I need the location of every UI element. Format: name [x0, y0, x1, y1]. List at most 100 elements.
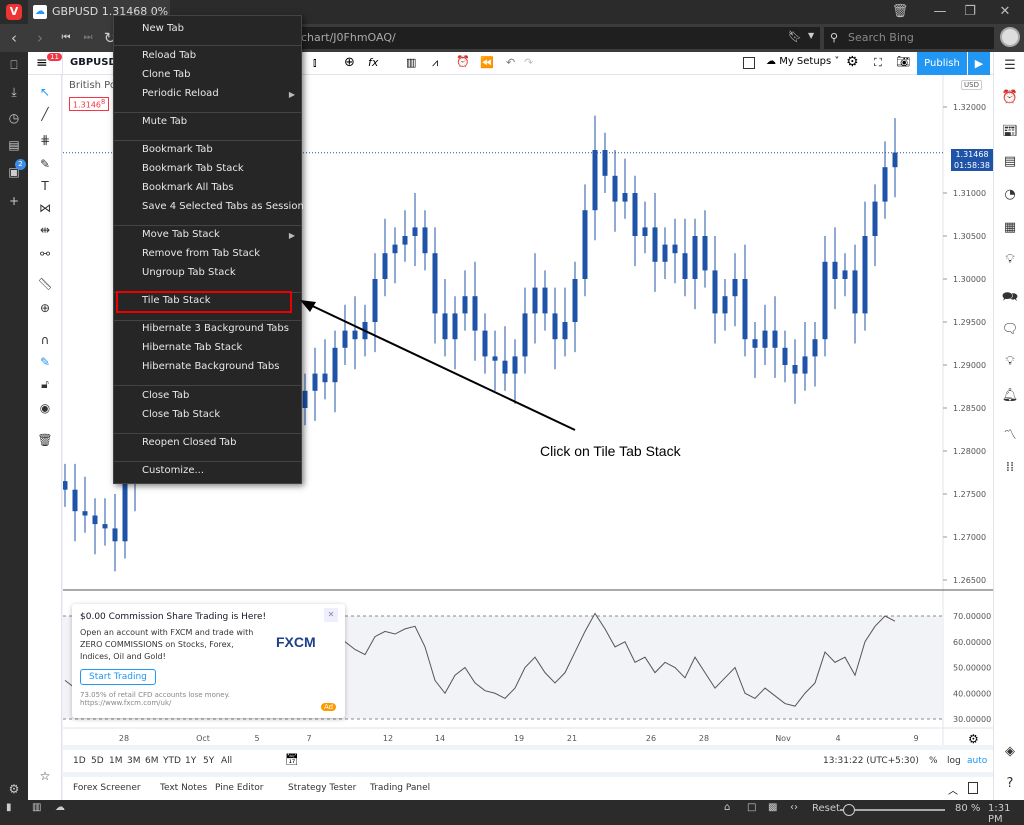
calendar-icon[interactable]: ▦ [1000, 218, 1020, 238]
chat-icon[interactable]: 🗨 [1000, 320, 1020, 340]
menu-item-new-tab[interactable]: New Tab [142, 23, 184, 34]
menu-icon[interactable]: ≡ [36, 55, 48, 71]
minimize-button[interactable]: — [925, 2, 955, 22]
image-icon[interactable]: ▩ [768, 802, 777, 813]
range-1m[interactable]: 1M [109, 756, 123, 766]
watchlist-icon[interactable]: ☰ [1000, 56, 1020, 76]
ideas-lightbulb-icon[interactable]: 💡︎ [1000, 250, 1020, 270]
close-window-button[interactable]: ✕ [990, 2, 1020, 22]
text-icon[interactable]: T [36, 177, 54, 195]
chevron-down-icon[interactable]: ▼ [808, 31, 814, 40]
range-5d[interactable]: 5D [91, 756, 104, 766]
fib-icon[interactable]: ⋕ [36, 131, 54, 149]
zoom-reset[interactable]: Reset [812, 803, 840, 814]
back-icon[interactable]: ‹ [4, 28, 24, 48]
chats-icon[interactable]: 🗪 [1000, 288, 1020, 308]
snapshot-icon[interactable]: 📷︎ [896, 55, 910, 68]
replay-icon[interactable]: ⏪ [480, 56, 494, 69]
menu-item-hibernate-3-background-tabs[interactable]: Hibernate 3 Background Tabs [142, 323, 289, 334]
downloads-icon[interactable]: ⤓ [5, 83, 23, 101]
templates-icon[interactable]: ⩘ [432, 56, 438, 70]
dom-icon[interactable]: ⁞⁞ [1000, 458, 1020, 478]
range-1y[interactable]: 1Y [185, 756, 196, 766]
go-to-date-icon[interactable]: 📅︎ [285, 753, 299, 766]
menu-item-bookmark-all-tabs[interactable]: Bookmark All Tabs [142, 182, 234, 193]
auto-toggle[interactable]: auto [967, 756, 987, 766]
percent-toggle[interactable]: % [929, 756, 938, 766]
alarm-clock-icon[interactable]: ⏰ [1000, 88, 1020, 108]
trash-icon[interactable]: 🗑 [885, 2, 915, 22]
panel-toggle-icon[interactable]: ▮ [6, 802, 12, 813]
range-all[interactable]: All [221, 756, 232, 766]
hotlist-icon[interactable]: ▤ [1000, 152, 1020, 172]
close-ad-icon[interactable]: ✕ [324, 608, 338, 622]
play-icon[interactable]: ▶ [968, 52, 990, 75]
favorites-star-icon[interactable]: ☆ [36, 767, 54, 785]
menu-item-move-tab-stack[interactable]: Move Tab Stack [142, 229, 220, 240]
profile-avatar[interactable] [1000, 27, 1020, 47]
bookmark-icon[interactable]: 🔖︎ [788, 30, 802, 43]
forward-icon[interactable]: › [30, 28, 50, 48]
menu-item-hibernate-tab-stack[interactable]: Hibernate Tab Stack [142, 342, 242, 353]
maximize-panel-icon[interactable] [968, 782, 978, 794]
menu-item-close-tab-stack[interactable]: Close Tab Stack [142, 409, 220, 420]
icons-tool-icon[interactable]: ⚯ [36, 245, 54, 263]
notes-icon[interactable]: ▤ [5, 136, 23, 154]
window-panel-icon[interactable]: ▣ 2 [5, 159, 26, 181]
bookmarks-panel-icon[interactable]: ⎕ [5, 56, 23, 74]
financials-icon[interactable]: ▥ [406, 56, 416, 69]
tab-text-notes[interactable]: Text Notes [160, 783, 207, 793]
help-icon[interactable]: ? [1000, 774, 1020, 794]
menu-item-ungroup-tab-stack[interactable]: Ungroup Tab Stack [142, 267, 236, 278]
log-toggle[interactable]: log [947, 756, 961, 766]
eye-icon[interactable]: ◉ [36, 399, 54, 417]
magnet-icon[interactable]: ∩ [36, 331, 54, 349]
range-3m[interactable]: 3M [127, 756, 141, 766]
zoom-in-icon[interactable]: ⊕ [36, 299, 54, 317]
my-setups-button[interactable]: ☁ My Setups ˅ [766, 56, 839, 67]
zoom-slider-handle[interactable] [843, 804, 856, 816]
menu-item-periodic-reload[interactable]: Periodic Reload [142, 88, 219, 99]
maximize-button[interactable]: ❐ [955, 2, 985, 22]
brush-icon[interactable]: ✎ [36, 155, 54, 173]
menu-item-close-tab[interactable]: Close Tab [142, 390, 189, 401]
settings-gear-icon[interactable]: ⚙ [5, 780, 23, 798]
tab-pine-editor[interactable]: Pine Editor [215, 783, 263, 793]
tiling-icon[interactable]: ▥ [32, 802, 41, 813]
ad-link[interactable]: https://www.fxcm.com/uk/ [80, 699, 337, 707]
collapse-icon[interactable]: ︿ [948, 782, 958, 797]
publish-button[interactable]: Publish [917, 52, 967, 75]
menu-item-clone-tab[interactable]: Clone Tab [142, 69, 190, 80]
alerts-list-icon[interactable]: 🔔︎ [1000, 386, 1020, 406]
search-input[interactable]: ⚲ Search Bing [824, 27, 994, 49]
zoom-slider[interactable] [840, 804, 945, 816]
page-actions-icon[interactable]: ‹› [790, 802, 798, 813]
menu-item-mute-tab[interactable]: Mute Tab [142, 116, 187, 127]
menu-item-bookmark-tab[interactable]: Bookmark Tab [142, 144, 213, 155]
range-ytd[interactable]: YTD [163, 756, 181, 766]
capture-icon[interactable]: ⌂ [724, 802, 730, 813]
menu-item-reopen-closed-tab[interactable]: Reopen Closed Tab [142, 437, 236, 448]
fast-forward-icon[interactable]: ⏭ [78, 28, 98, 48]
settings-icon[interactable]: ⚙ [846, 54, 859, 70]
measure-icon[interactable]: 📏︎ [36, 275, 54, 293]
layout-icon[interactable] [743, 57, 755, 69]
add-panel-icon[interactable]: + [5, 192, 23, 210]
compare-add-icon[interactable]: ⊕ [344, 55, 355, 70]
fullscreen-icon[interactable]: ⛶ [874, 56, 882, 70]
range-6m[interactable]: 6M [145, 756, 159, 766]
trend-line-icon[interactable]: ╱ [36, 105, 54, 123]
tab-forex-screener[interactable]: Forex Screener [73, 783, 141, 793]
sync-cloud-icon[interactable]: ☁ [55, 802, 65, 813]
trading-icon[interactable]: 〽 [1000, 426, 1020, 446]
menu-item-save-4-selected-tabs-as-session[interactable]: Save 4 Selected Tabs as Session [142, 201, 304, 212]
cursor-icon[interactable]: ↖ [36, 83, 54, 101]
range-5y[interactable]: 5Y [203, 756, 214, 766]
history-icon[interactable]: ◷ [5, 109, 23, 127]
range-1d[interactable]: 1D [73, 756, 86, 766]
redo-icon[interactable]: ↷ [524, 56, 533, 69]
menu-item-hibernate-background-tabs[interactable]: Hibernate Background Tabs [142, 361, 279, 372]
menu-item-remove-from-tab-stack[interactable]: Remove from Tab Stack [142, 248, 260, 259]
chart-type-icon[interactable]: ⫾ [313, 56, 317, 70]
layers-icon[interactable]: ◈ [1000, 742, 1020, 762]
